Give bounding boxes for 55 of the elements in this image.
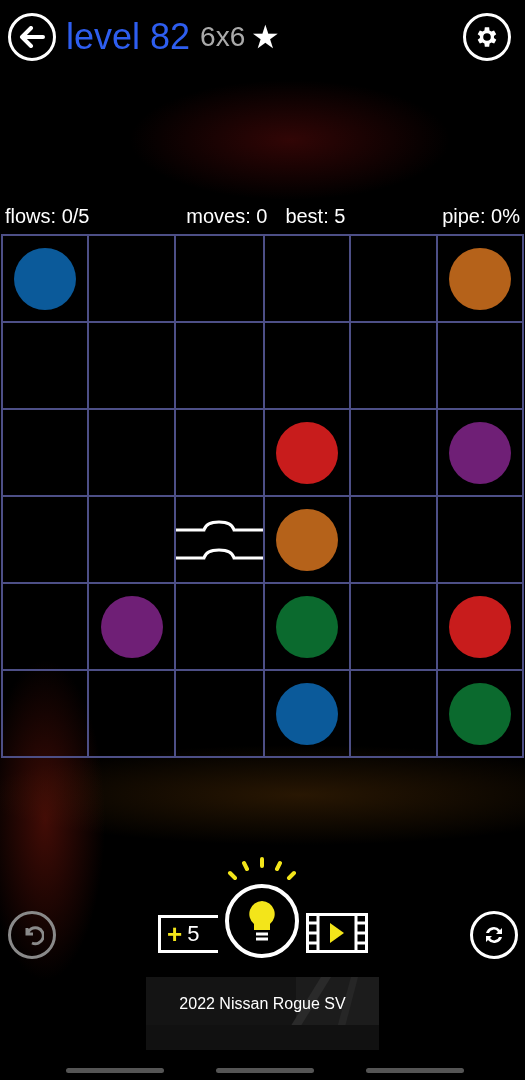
grid-cell[interactable] — [174, 670, 264, 757]
grid-size: 6x6 — [200, 20, 246, 53]
ad-title[interactable]: 2022 Nissan Rogue SV — [179, 995, 346, 1013]
grid-cell[interactable] — [88, 583, 175, 670]
grid-cell[interactable] — [174, 235, 264, 322]
grid-cell[interactable] — [2, 322, 89, 409]
grid-cell[interactable] — [436, 583, 523, 670]
hint-count: 5 — [187, 921, 200, 947]
grid-cell[interactable] — [2, 496, 89, 583]
grid-cell[interactable] — [2, 409, 89, 496]
grid-cell[interactable] — [350, 496, 437, 583]
grid-cell[interactable] — [174, 496, 264, 583]
puzzle-grid[interactable] — [1, 234, 524, 758]
grid-cell[interactable] — [88, 670, 175, 757]
grid-cell[interactable] — [350, 670, 437, 757]
grid-cell[interactable] — [350, 322, 437, 409]
grid-cell[interactable] — [174, 409, 264, 496]
pipe-percent: pipe: 0% — [442, 204, 520, 228]
grid-cell[interactable] — [436, 496, 523, 583]
undo-button[interactable] — [8, 911, 56, 959]
grid-cell[interactable] — [263, 670, 351, 757]
grid-cell[interactable] — [263, 496, 351, 583]
grid-cell[interactable] — [263, 583, 351, 670]
grid-cell[interactable] — [350, 409, 437, 496]
grid-cell[interactable] — [88, 322, 175, 409]
grid-cell[interactable] — [2, 235, 89, 322]
reset-button[interactable] — [470, 911, 518, 959]
grid-cell[interactable] — [350, 235, 437, 322]
grid-cell[interactable] — [436, 235, 523, 322]
star-text: ★ — [251, 17, 281, 56]
grid-cell[interactable] — [263, 235, 351, 322]
grid-cell[interactable] — [174, 583, 264, 670]
back-button[interactable] — [8, 12, 56, 61]
add-hints-button[interactable]: + 5 — [158, 915, 218, 953]
grid-cell[interactable] — [263, 322, 351, 409]
grid-cell[interactable] — [350, 583, 437, 670]
grid-cell[interactable] — [88, 496, 175, 583]
grid-cell[interactable] — [436, 322, 523, 409]
grid-cell[interactable] — [263, 409, 351, 496]
grid-cell[interactable] — [436, 670, 523, 757]
moves-count: moves: 0 — [186, 204, 268, 228]
grid-cell[interactable] — [88, 409, 175, 496]
grid-cell[interactable] — [88, 235, 175, 322]
lightbulb-hint-icon[interactable] — [222, 857, 302, 959]
back-arrow-icon — [19, 25, 45, 48]
grid-cell[interactable] — [436, 409, 523, 496]
flows-count: flows: 0/5 — [5, 204, 90, 228]
plus-text: + — [167, 921, 183, 947]
grid-cell[interactable] — [174, 322, 264, 409]
grid-cell[interactable] — [2, 670, 89, 757]
video-play-icon[interactable] — [306, 913, 368, 953]
grid-cell[interactable] — [2, 583, 89, 670]
settings-button[interactable] — [463, 12, 511, 61]
best-count: best: 5 — [285, 204, 346, 228]
level-title: level 82 — [66, 15, 191, 58]
